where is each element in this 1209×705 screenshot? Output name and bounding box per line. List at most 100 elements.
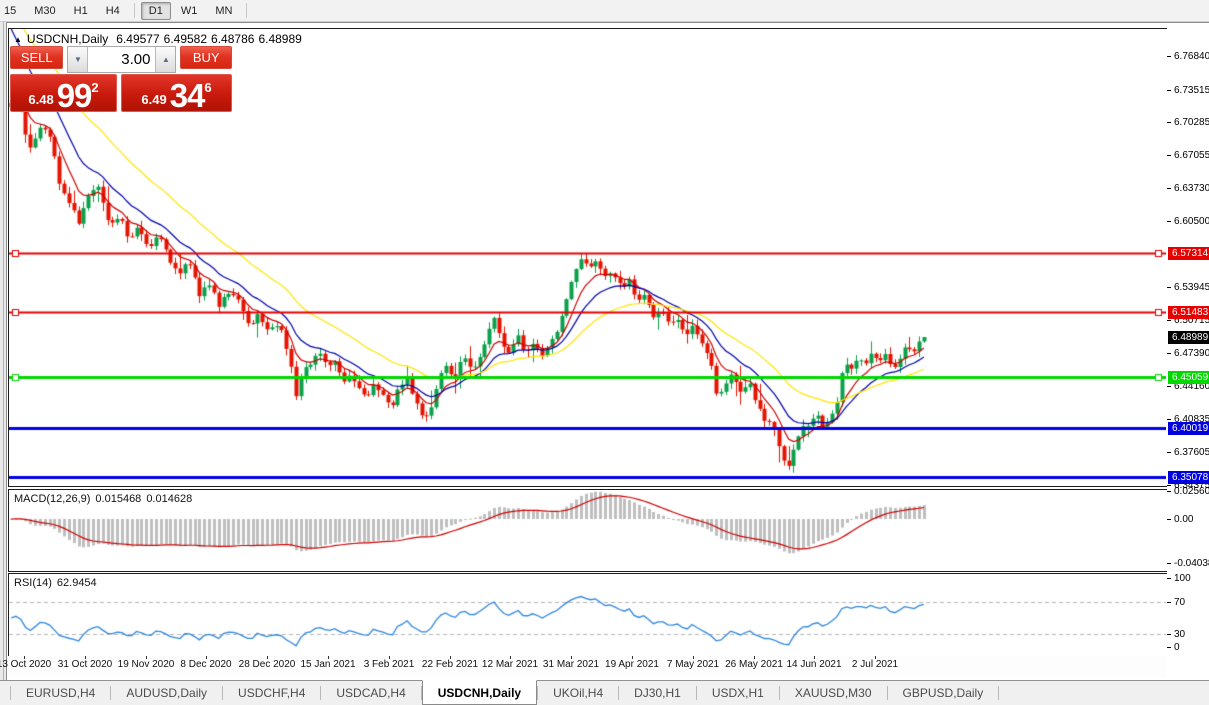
date-axis-label: 15 Jan 2021: [300, 659, 355, 670]
macd-signal-value: 0.014628: [146, 493, 192, 505]
timeframe-button-H4[interactable]: H4: [98, 2, 128, 20]
ohlc-open: 6.49577: [116, 32, 159, 46]
tab-separator: [998, 686, 999, 700]
date-axis-label: 19 Nov 2020: [118, 659, 175, 670]
timeframe-button-MN[interactable]: MN: [207, 2, 240, 20]
chart-tab-USDX[interactable]: USDX,H1: [697, 681, 779, 705]
axis-tick-mark: [1167, 647, 1171, 648]
macd-value: 0.015468: [95, 493, 141, 505]
rsi-axis-label: 0: [1167, 641, 1180, 654]
axis-tick-mark: [1167, 155, 1171, 156]
macd-axis-label-text: -0.04038: [1174, 558, 1209, 569]
price-axis: 6.76840 6.73515 6.70285 6.67055 6.63730 6.605…: [1167, 28, 1209, 680]
price-axis-label: 6.73515: [1167, 84, 1209, 97]
chart-tab-GBPUSD[interactable]: GBPUSD,Daily: [888, 681, 999, 705]
macd-axis-label: 0.00: [1167, 513, 1193, 526]
macd-indicator-panel: MACD(12,26,9) 0.015468 0.014628: [8, 489, 1169, 572]
buy-button[interactable]: BUY: [180, 46, 232, 69]
hline-price-label: 6.45059: [1168, 371, 1209, 384]
price-axis-label-text: 6.37605: [1174, 447, 1209, 458]
axis-tick-mark: [1167, 519, 1171, 520]
volume-decrease-button[interactable]: ▼: [68, 47, 88, 72]
axis-tick-mark: [1167, 221, 1171, 222]
timeframe-button-15[interactable]: 15: [0, 2, 24, 20]
sell-price-prefix: 6.48: [28, 92, 53, 107]
date-axis-label: 2 Jul 2021: [852, 659, 898, 670]
date-axis-label: 31 Mar 2021: [543, 659, 599, 670]
rsi-axis-label-text: 100: [1174, 573, 1191, 584]
buy-price-pip: 6: [204, 80, 211, 95]
date-axis-label: 22 Feb 2021: [422, 659, 478, 670]
bid-price-label: 6.48989: [1168, 331, 1209, 344]
timeframe-toolbar: 15M30H1H4 D1W1MN: [0, 0, 1209, 22]
axis-tick-mark: [1167, 353, 1171, 354]
price-axis-label-text: 6.67055: [1174, 150, 1209, 161]
axis-tick-mark: [1167, 122, 1171, 123]
timeframe-button-M30[interactable]: M30: [26, 2, 63, 20]
rsi-axis-label-text: 70: [1174, 597, 1185, 608]
price-axis-label-text: 6.76840: [1174, 51, 1209, 62]
volume-input[interactable]: [88, 47, 155, 72]
chart-tab-USDCNH[interactable]: USDCNH,Daily: [422, 680, 537, 705]
volume-increase-button[interactable]: ▲: [155, 47, 175, 72]
chart-title-arrow-icon[interactable]: ▲: [14, 35, 22, 44]
sell-button[interactable]: SELL: [10, 46, 63, 69]
price-axis-label-text: 6.47390: [1174, 348, 1209, 359]
chart-tab-AUDUSD[interactable]: AUDUSD,Daily: [111, 681, 222, 705]
axis-tick-mark: [1167, 491, 1171, 492]
macd-axis-label-text: 0.00: [1174, 514, 1193, 525]
buy-price-prefix: 6.49: [141, 92, 166, 107]
chart-tab-bar: EURUSD,H4AUDUSD,DailyUSDCHF,H4USDCAD,H4U…: [0, 680, 1209, 705]
chart-tab-XAUUSD[interactable]: XAUUSD,M30: [780, 681, 887, 705]
date-axis-label: 31 Oct 2020: [58, 659, 112, 670]
chart-tab-USDCAD[interactable]: USDCAD,H4: [321, 681, 420, 705]
axis-tick-mark: [1167, 419, 1171, 420]
macd-name: MACD(12,26,9): [14, 493, 90, 505]
hline-price-label: 6.51483: [1168, 306, 1209, 319]
rsi-axis-label: 100: [1167, 572, 1191, 585]
chart-window: ▲USDCNH,Daily6.495776.495826.487866.4898…: [6, 22, 1209, 680]
chart-tab-USDCHF[interactable]: USDCHF,H4: [223, 681, 320, 705]
price-axis-label: 6.60500: [1167, 215, 1209, 228]
one-click-trading-panel: SELL ▼ ▲ BUY 6.48 99 2 6.49 34 6: [10, 46, 232, 112]
volume-stepper: ▼ ▲: [67, 46, 176, 73]
price-axis-label: 6.63730: [1167, 182, 1209, 195]
buy-price-display[interactable]: 6.49 34 6: [121, 74, 232, 112]
date-axis-label: 7 May 2021: [667, 659, 719, 670]
price-axis-label: 6.76840: [1167, 50, 1209, 63]
axis-tick-mark: [1167, 90, 1171, 91]
price-axis-label-text: 6.73515: [1174, 85, 1209, 96]
timeframe-button-H1[interactable]: H1: [66, 2, 96, 20]
price-axis-label-text: 6.60500: [1174, 216, 1209, 227]
axis-tick-mark: [1167, 56, 1171, 57]
sell-price-display[interactable]: 6.48 99 2: [10, 74, 117, 112]
rsi-axis-label: 70: [1167, 596, 1185, 609]
sell-price-big: 99: [57, 81, 92, 111]
ohlc-close: 6.48989: [258, 32, 301, 46]
date-axis-label: 12 Mar 2021: [482, 659, 538, 670]
price-axis-label-text: 6.53945: [1174, 282, 1209, 293]
timeframe-button-W1[interactable]: W1: [173, 2, 206, 20]
price-axis-label: 6.37605: [1167, 446, 1209, 459]
chart-title: ▲USDCNH,Daily6.495776.495826.487866.4898…: [14, 32, 306, 46]
rsi-axis-label: 30: [1167, 628, 1185, 641]
axis-tick-mark: [1167, 287, 1171, 288]
chart-tab-DJ30[interactable]: DJ30,H1: [619, 681, 696, 705]
price-axis-label-text: 6.63730: [1174, 183, 1209, 194]
date-axis: 13 Oct 202031 Oct 202019 Nov 20208 Dec 2…: [8, 656, 1167, 677]
triangle-down-icon: ▼: [74, 55, 82, 64]
chart-tab-UKOil[interactable]: UKOil,H4: [538, 681, 618, 705]
date-axis-label: 8 Dec 2020: [180, 659, 231, 670]
toolbar-separator: [246, 3, 247, 18]
macd-axis-label: -0.04038: [1167, 557, 1209, 570]
price-axis-label: 6.70285: [1167, 116, 1209, 129]
date-axis-label: 19 Apr 2021: [605, 659, 659, 670]
date-axis-label: 26 May 2021: [725, 659, 783, 670]
timeframe-button-D1[interactable]: D1: [141, 2, 171, 20]
chart-tab-EURUSD[interactable]: EURUSD,H4: [11, 681, 110, 705]
toolbar-separator: [134, 3, 135, 18]
price-axis-label: 6.53945: [1167, 281, 1209, 294]
axis-tick-mark: [1167, 386, 1171, 387]
macd-axis-label-text: 0.025609: [1174, 486, 1209, 497]
rsi-canvas[interactable]: [9, 574, 1166, 655]
